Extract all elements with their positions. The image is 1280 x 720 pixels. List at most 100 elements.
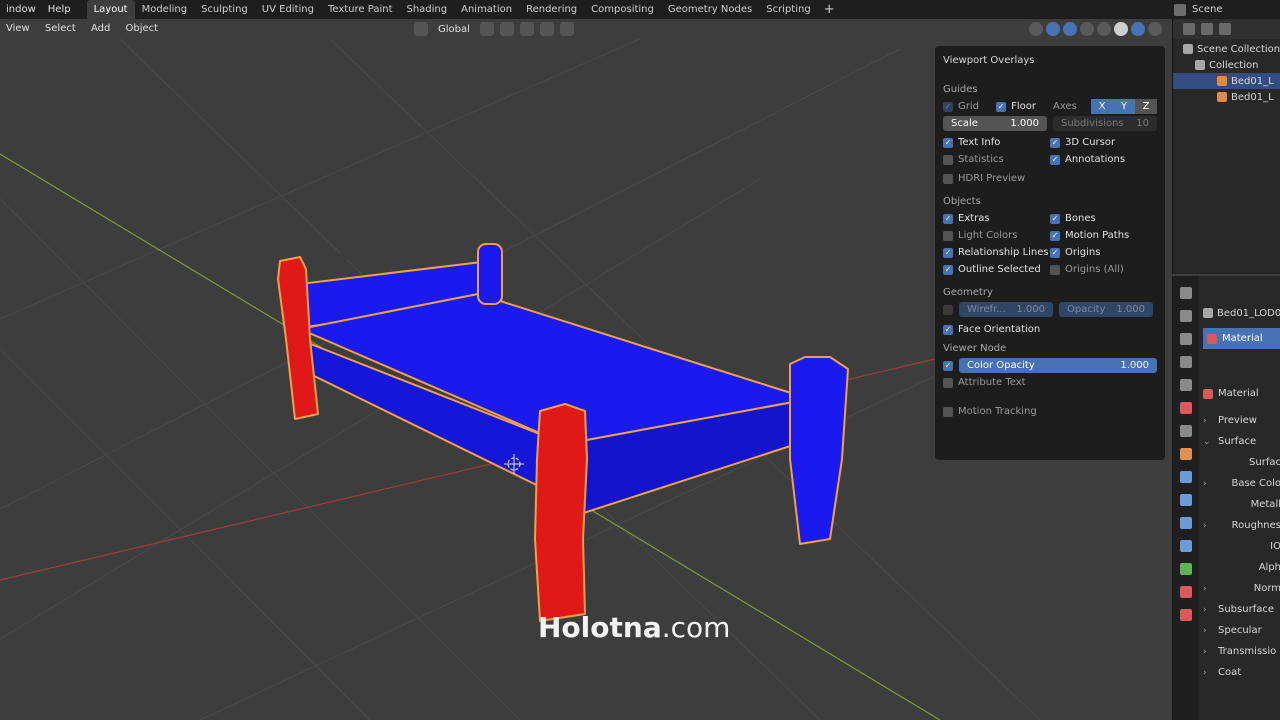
scene-tab-icon[interactable] [1180, 379, 1192, 391]
tab-uv-editing[interactable]: UV Editing [255, 0, 321, 19]
3d-cursor-toggle[interactable]: 3D Cursor [1050, 137, 1157, 148]
outline-selected-toggle[interactable]: Outline Selected [943, 264, 1050, 275]
material-shading-icon[interactable] [1131, 22, 1145, 36]
hdri-preview-toggle[interactable]: HDRI Preview [943, 173, 1053, 184]
material-tab-icon[interactable] [1180, 586, 1192, 598]
tab-compositing[interactable]: Compositing [584, 0, 661, 19]
menu-object[interactable]: Object [120, 23, 165, 34]
physics-tab-icon[interactable] [1180, 517, 1192, 529]
snap-target-icon[interactable] [519, 22, 534, 36]
menu-select[interactable]: Select [39, 23, 82, 34]
base-color-field[interactable]: › Base Colo [1203, 473, 1280, 494]
snap-icon[interactable] [499, 22, 514, 36]
color-opacity-field[interactable]: Color Opacity 1.000 [959, 358, 1157, 373]
wireframe-opacity-field[interactable]: Opacity 1.000 [1059, 302, 1153, 317]
texture-tab-icon[interactable] [1180, 609, 1192, 621]
extras-toggle[interactable]: Extras [943, 213, 1050, 224]
falloff-icon[interactable] [559, 22, 574, 36]
bones-toggle[interactable]: Bones [1050, 213, 1157, 224]
material-selector[interactable]: Material [1203, 383, 1280, 404]
wireframe-checkbox[interactable] [943, 304, 953, 315]
relationship-lines-toggle[interactable]: Relationship Lines [943, 247, 1050, 258]
tool-tab-icon[interactable] [1180, 287, 1192, 299]
tab-geometry-nodes[interactable]: Geometry Nodes [661, 0, 759, 19]
collection-row[interactable]: Collection [1173, 57, 1280, 73]
pivot-icon[interactable] [479, 22, 494, 36]
surface-field[interactable]: Surfac [1203, 452, 1280, 473]
tab-animation[interactable]: Animation [454, 0, 519, 19]
tab-shading[interactable]: Shading [399, 0, 454, 19]
panel-specular[interactable]: › Specular [1203, 620, 1280, 641]
output-tab-icon[interactable] [1180, 333, 1192, 345]
tab-layout[interactable]: Layout [86, 0, 135, 19]
motion-paths-toggle[interactable]: Motion Paths [1050, 230, 1157, 241]
grid-toggle[interactable]: Grid [943, 101, 996, 112]
menu-help[interactable]: Help [42, 0, 77, 19]
tab-modeling[interactable]: Modeling [135, 0, 195, 19]
search-icon[interactable] [1219, 23, 1231, 35]
panel-transmission[interactable]: › Transmissio [1203, 641, 1280, 662]
annotations-toggle[interactable]: Annotations [1050, 154, 1157, 165]
tab-sculpting[interactable]: Sculpting [194, 0, 255, 19]
metallic-field[interactable]: Metall [1203, 494, 1280, 515]
xray-icon[interactable] [1080, 22, 1094, 36]
collection-tab-icon[interactable] [1180, 425, 1192, 437]
editor-type-icon[interactable] [1183, 23, 1195, 35]
gizmo-icon[interactable] [1046, 22, 1060, 36]
menu-view[interactable]: View [0, 23, 36, 34]
axis-y-button[interactable]: Y [1113, 99, 1135, 114]
panel-coat[interactable]: › Coat [1203, 662, 1280, 683]
menu-window[interactable]: indow [0, 0, 42, 19]
panel-preview[interactable]: › Preview [1203, 410, 1280, 431]
grid-scale-field[interactable]: Scale 1.000 [943, 116, 1047, 131]
data-tab-icon[interactable] [1180, 563, 1192, 575]
floor-checkbox[interactable] [996, 101, 1007, 112]
light-colors-toggle[interactable]: Light Colors [943, 230, 1050, 241]
scene-selector[interactable]: Scene [1170, 0, 1280, 19]
solid-shading-icon[interactable] [1114, 22, 1128, 36]
motion-tracking-toggle[interactable]: Motion Tracking [943, 406, 1143, 417]
ior-field[interactable]: IO [1203, 536, 1280, 557]
origins-toggle[interactable]: Origins [1050, 247, 1157, 258]
render-tab-icon[interactable] [1180, 310, 1192, 322]
roughness-field[interactable]: › Roughnes [1203, 515, 1280, 536]
grid-checkbox[interactable] [943, 101, 953, 112]
world-tab-icon[interactable] [1180, 402, 1192, 414]
origins-all-toggle[interactable]: Origins (All) [1050, 264, 1157, 275]
grid-subdivisions-field[interactable]: Subdivisions 10 [1053, 116, 1157, 131]
orientation-dropdown[interactable]: Global [434, 24, 474, 35]
visibility-icon[interactable] [1029, 22, 1043, 36]
particles-tab-icon[interactable] [1180, 494, 1192, 506]
panel-subsurface[interactable]: › Subsurface [1203, 599, 1280, 620]
display-mode-icon[interactable] [1201, 23, 1213, 35]
text-info-toggle[interactable]: Text Info [943, 137, 1050, 148]
tab-texture-paint[interactable]: Texture Paint [321, 0, 400, 19]
wireframe-shading-icon[interactable] [1097, 22, 1111, 36]
scene-collection-row[interactable]: Scene Collection [1173, 41, 1280, 57]
proportional-edit-icon[interactable] [539, 22, 554, 36]
face-orientation-toggle[interactable]: Face Orientation [943, 324, 1143, 335]
modifier-tab-icon[interactable] [1180, 471, 1192, 483]
outliner-item-bed01-b[interactable]: Bed01_L [1173, 89, 1280, 105]
tab-rendering[interactable]: Rendering [519, 0, 584, 19]
axis-z-button[interactable]: Z [1135, 99, 1157, 114]
alpha-field[interactable]: Alph [1203, 557, 1280, 578]
material-slot-item[interactable]: Material [1203, 328, 1280, 349]
rendered-shading-icon[interactable] [1148, 22, 1162, 36]
color-opacity-checkbox[interactable] [943, 360, 953, 371]
wireframe-field[interactable]: Wirefr... 1.000 [959, 302, 1053, 317]
outliner-item-bed01-a[interactable]: Bed01_L [1173, 73, 1280, 89]
attribute-text-toggle[interactable]: Attribute Text [943, 377, 1143, 388]
normal-field[interactable]: › Norm [1203, 578, 1280, 599]
statistics-toggle[interactable]: Statistics [943, 154, 1050, 165]
floor-toggle[interactable]: Floor [996, 101, 1053, 112]
axis-x-button[interactable]: X [1091, 99, 1113, 114]
overlays-icon[interactable] [1063, 22, 1077, 36]
menu-add[interactable]: Add [85, 23, 116, 34]
panel-surface[interactable]: ⌄ Surface [1203, 431, 1280, 452]
view-layer-tab-icon[interactable] [1180, 356, 1192, 368]
constraints-tab-icon[interactable] [1180, 540, 1192, 552]
tab-scripting[interactable]: Scripting [759, 0, 817, 19]
object-tab-icon[interactable] [1180, 448, 1192, 460]
add-workspace-button[interactable]: + [818, 2, 841, 17]
